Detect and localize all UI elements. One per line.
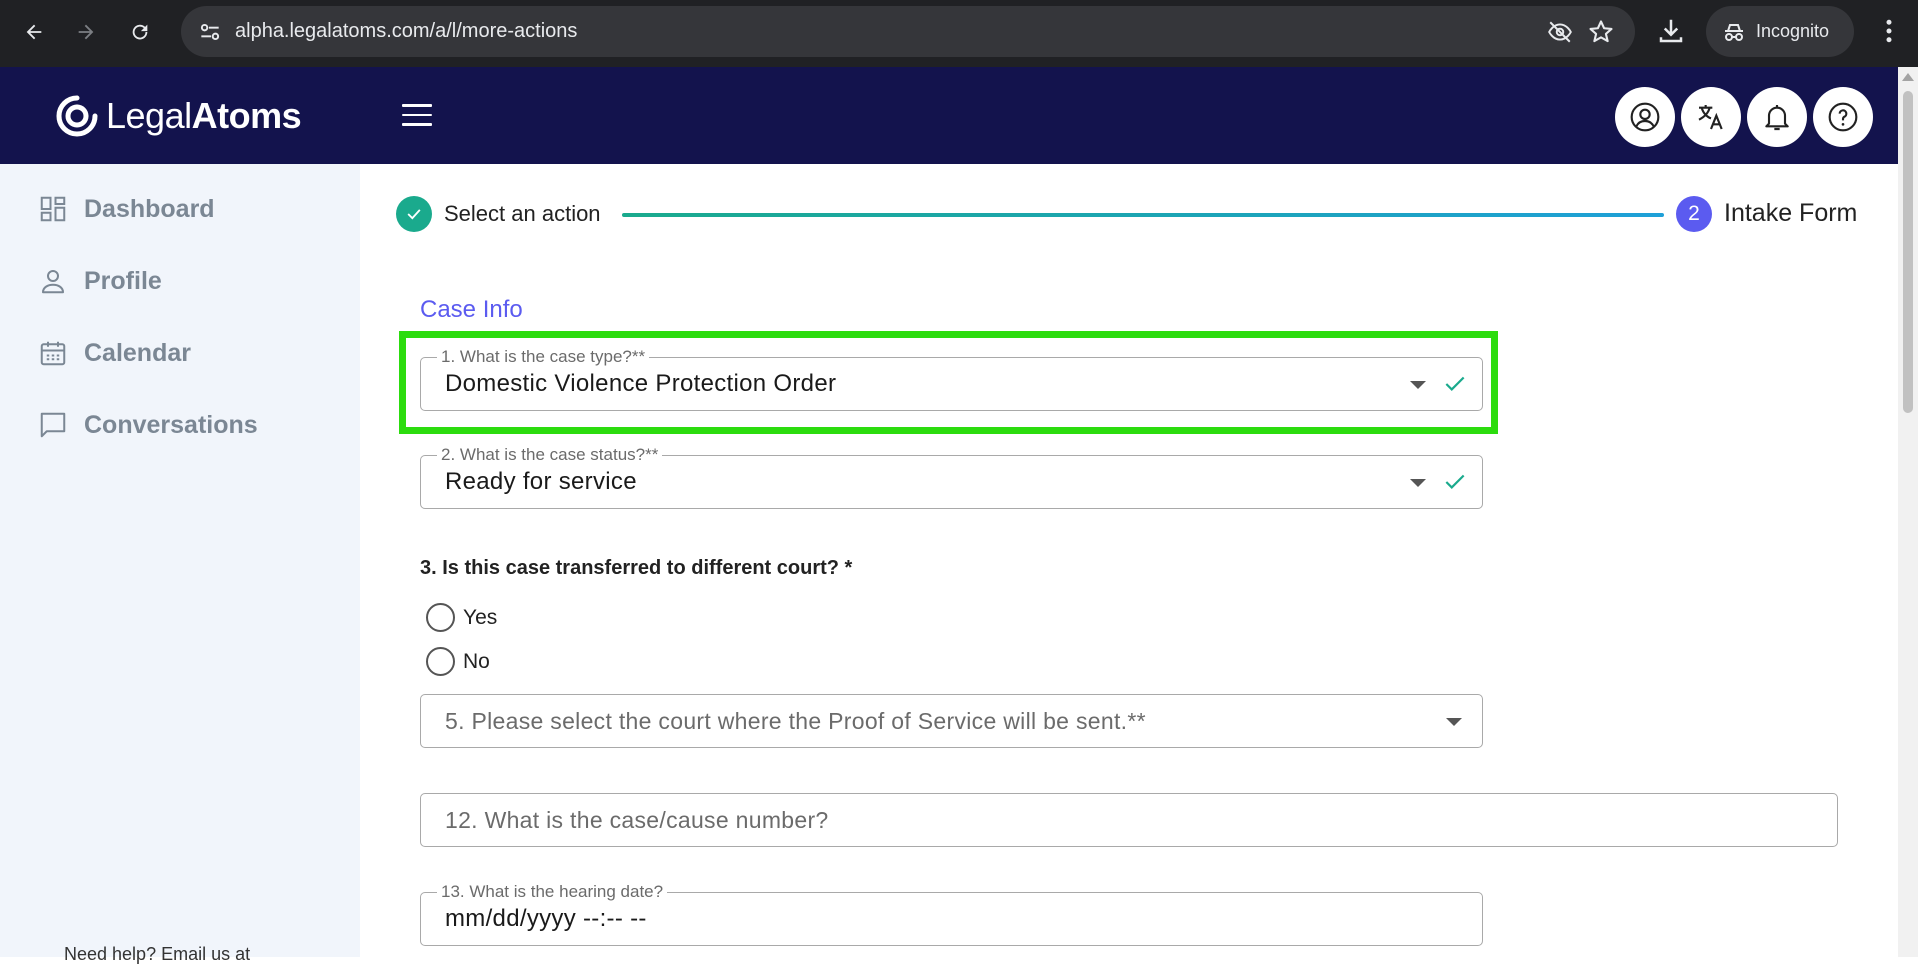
court-placeholder: 5. Please select the court where the Pro… [445, 708, 1146, 734]
reload-icon [132, 24, 148, 40]
person-icon [42, 270, 64, 294]
reload-button[interactable] [122, 14, 158, 50]
hearing-date-input[interactable]: 13. What is the hearing date? mm/dd/yyyy… [420, 882, 1483, 946]
court-select[interactable]: 5. Please select the court where the Pro… [420, 694, 1483, 748]
arrow-left-icon [26, 24, 42, 40]
bell-icon [1765, 105, 1789, 131]
incognito-icon [1725, 23, 1743, 41]
sidebar-item-calendar[interactable]: Calendar [38, 338, 191, 368]
logo-text-light: Legal [106, 95, 192, 136]
chevron-down-icon[interactable] [1410, 381, 1426, 389]
sidebar-item-conversations[interactable]: Conversations [38, 410, 258, 440]
logo-text-bold: Atoms [191, 95, 302, 136]
menu-icon[interactable] [402, 104, 432, 128]
case-type-select[interactable]: 1. What is the case type?** Domestic Vio… [420, 347, 1483, 411]
sidebar: Dashboard Profile Calendar Conversations… [0, 164, 360, 964]
sidebar-item-profile[interactable]: Profile [38, 266, 162, 296]
arrow-right-icon [78, 24, 94, 40]
download-icon[interactable] [1656, 16, 1686, 46]
sidebar-item-label: Profile [84, 266, 162, 295]
scrollbar-thumb[interactable] [1903, 91, 1913, 413]
case-status-label: 2. What is the case status?** [437, 445, 663, 465]
help-button[interactable] [1813, 87, 1873, 147]
chevron-down-icon[interactable] [1446, 718, 1462, 726]
notifications-button[interactable] [1747, 87, 1807, 147]
address-bar[interactable]: alpha.legalatoms.com/a/l/more-actions [181, 6, 1635, 57]
hearing-date-value: mm/dd/yyyy --:-- -- [445, 905, 647, 932]
sidebar-item-dashboard[interactable]: Dashboard [38, 194, 215, 224]
logo-icon [56, 95, 98, 137]
eye-off-icon[interactable] [1547, 19, 1573, 45]
check-icon [1445, 474, 1465, 489]
site-settings-icon[interactable] [197, 19, 223, 45]
chat-icon [40, 412, 66, 438]
more-vert-icon[interactable] [1874, 16, 1904, 46]
sidebar-help-text: Need help? Email us at [64, 944, 251, 964]
case-status-value: Ready for service [445, 468, 637, 495]
transferred-question: 3. Is this case transferred to different… [420, 557, 853, 579]
account-circle-icon [1630, 102, 1660, 132]
stepper-connector [622, 213, 1664, 217]
calendar-icon [40, 341, 66, 366]
radio-circle-icon[interactable] [426, 647, 455, 676]
radio-yes[interactable]: Yes [426, 603, 497, 632]
incognito-indicator[interactable]: Incognito [1706, 6, 1854, 57]
sidebar-item-label: Conversations [84, 410, 258, 439]
translate-icon [1698, 105, 1723, 130]
hearing-date-label: 13. What is the hearing date? [437, 882, 668, 902]
step-1-complete-indicator [396, 196, 432, 232]
scroll-up-arrow[interactable] [1902, 73, 1914, 81]
help-icon [1828, 102, 1858, 132]
case-type-value: Domestic Violence Protection Order [445, 370, 837, 397]
check-icon [407, 209, 421, 220]
radio-yes-label: Yes [463, 605, 498, 629]
sidebar-item-label: Calendar [84, 338, 191, 367]
radio-circle-icon[interactable] [426, 603, 455, 632]
section-title-case-info: Case Info [420, 296, 523, 323]
check-icon [1445, 376, 1465, 391]
forward-button[interactable] [68, 14, 104, 50]
case-number-input[interactable]: 12. What is the case/cause number? [420, 793, 1838, 847]
incognito-label: Incognito [1756, 21, 1830, 41]
page-scrollbar[interactable] [1898, 67, 1918, 957]
account-button[interactable] [1615, 87, 1675, 147]
url-text: alpha.legalatoms.com/a/l/more-actions [235, 20, 578, 42]
step-2-label: Intake Form [1724, 199, 1858, 227]
browser-toolbar: alpha.legalatoms.com/a/l/more-actions In… [0, 0, 1918, 67]
case-type-label: 1. What is the case type?** [437, 347, 650, 367]
back-button[interactable] [16, 14, 52, 50]
app-header: LegalAtoms [0, 67, 1898, 164]
step-2-number: 2 [1676, 196, 1712, 232]
language-button[interactable] [1681, 87, 1741, 147]
legalatoms-logo[interactable]: LegalAtoms [54, 93, 302, 139]
dashboard-icon [40, 196, 66, 222]
chevron-down-icon[interactable] [1410, 479, 1426, 487]
step-1-label[interactable]: Select an action [444, 201, 601, 227]
case-status-select[interactable]: 2. What is the case status?** Ready for … [420, 445, 1483, 509]
case-number-placeholder: 12. What is the case/cause number? [445, 807, 829, 833]
sidebar-item-label: Dashboard [84, 194, 215, 223]
star-icon[interactable] [1587, 18, 1615, 46]
radio-no-label: No [463, 649, 490, 673]
radio-no[interactable]: No [426, 647, 490, 676]
